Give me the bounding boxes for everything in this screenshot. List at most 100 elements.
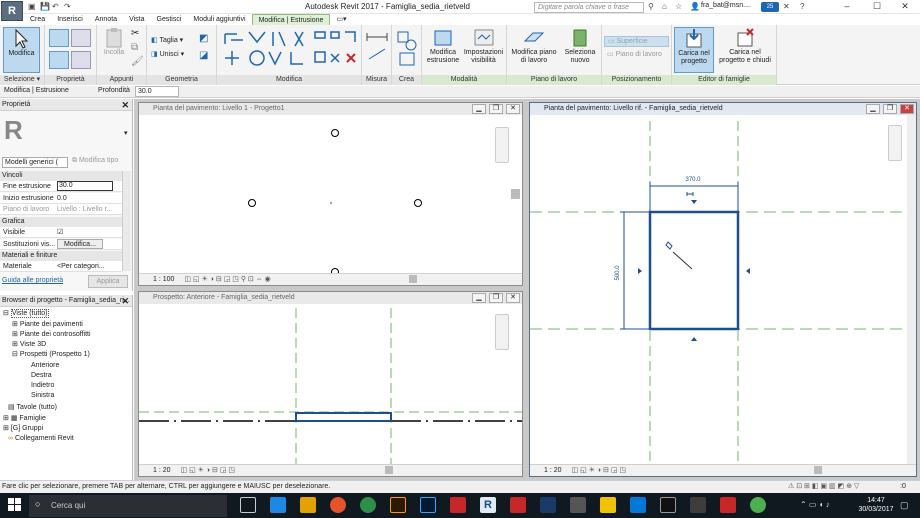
tree-item-prospetti[interactable]: ⊟ Prospetti (Prospetto 1) xyxy=(12,350,90,360)
favorites-star-icon[interactable]: ☆ xyxy=(675,2,682,11)
visibile-checkbox[interactable]: ☑ xyxy=(57,227,63,238)
tree-item-sinistra[interactable]: Sinistra xyxy=(31,391,54,401)
measure-icon[interactable] xyxy=(365,29,389,69)
view-scale[interactable]: 1 : 100 xyxy=(153,276,174,283)
panel-label-selezione[interactable]: Selezione ▾ xyxy=(0,75,44,85)
application-menu-button[interactable]: R xyxy=(1,1,23,21)
vertical-scrollbar[interactable] xyxy=(511,189,520,199)
depth-input[interactable]: 30.0 xyxy=(135,86,179,97)
chevron-down-icon[interactable]: ▾ xyxy=(124,129,128,137)
view-elevation-anteriore[interactable]: Prospetto: Anteriore - Famiglia_sedia_ri… xyxy=(138,291,523,477)
grip-right[interactable] xyxy=(746,268,750,274)
windows-start-icon[interactable] xyxy=(8,498,22,512)
notes-icon[interactable] xyxy=(600,497,616,513)
tree-item-destra[interactable]: Destra xyxy=(31,371,52,381)
autocad-icon[interactable] xyxy=(510,497,526,513)
sostituzioni-button[interactable]: Modifica... xyxy=(57,239,103,249)
close-icon[interactable]: ✕ xyxy=(121,99,129,111)
tree-item-collegamenti[interactable]: ∞ Collegamenti Revit xyxy=(8,434,74,444)
ribbon-tab[interactable]: Annota xyxy=(89,14,123,25)
view-control-icons[interactable]: ◫ ◱ ☀ ◑ ⊟ ◲ ◳ xyxy=(572,467,627,474)
elevation-marker-north[interactable] xyxy=(331,129,339,137)
ribbon-tab[interactable]: Crea xyxy=(24,14,51,25)
user-icon[interactable]: 👤 xyxy=(690,2,700,11)
revit-taskbar-icon[interactable]: R xyxy=(480,497,496,513)
ribbon-tab[interactable]: Modifica | Estrusione xyxy=(251,14,331,25)
carica-e-chiudi-button[interactable]: Carica nel progetto e chiudi xyxy=(716,27,774,65)
row-sostituzioni[interactable]: Sostituzioni vis... Modifica... xyxy=(0,239,122,250)
quick-access-redo-icon[interactable]: ↷ xyxy=(64,2,71,11)
restore-view-button[interactable]: ❐ xyxy=(489,104,503,114)
close-view-button[interactable]: ✕ xyxy=(900,104,914,114)
seleziona-nuovo-button[interactable]: Seleziona nuovo xyxy=(561,27,599,65)
app-icon-3[interactable] xyxy=(660,497,676,513)
ribbon-tab[interactable]: Gestisci xyxy=(151,14,188,25)
horizontal-scrollbar[interactable] xyxy=(409,275,417,283)
tree-item-viste[interactable]: ⊟ Viste (tutto) xyxy=(3,309,49,319)
tree-item-tavole[interactable]: ▤ Tavole (tutto) xyxy=(8,403,57,413)
vertical-scrollbar[interactable] xyxy=(907,115,916,465)
incolla-button[interactable]: Incolla xyxy=(100,27,128,57)
tree-item-piante[interactable]: ⊞ Piante dei pavimenti xyxy=(12,320,83,330)
copy-icon[interactable]: ⧉ xyxy=(131,42,145,54)
cut-icon[interactable]: ✂ xyxy=(131,28,145,40)
minimize-view-button[interactable]: ▁ xyxy=(472,104,486,114)
notifications-icon[interactable]: ▢ xyxy=(900,500,909,511)
navigation-bar[interactable] xyxy=(888,125,902,161)
exchange-apps-icon[interactable]: ✕ xyxy=(783,2,790,11)
app-icon-4[interactable] xyxy=(690,497,706,513)
section-vincoli[interactable]: Vincoli xyxy=(0,171,122,181)
minimize-view-button[interactable]: ▁ xyxy=(472,293,486,303)
collapse-icon[interactable]: ⊟ xyxy=(3,310,9,317)
impostazioni-visibilita-button[interactable]: Impostazioni visibilità xyxy=(462,27,505,65)
firefox-icon[interactable] xyxy=(330,497,346,513)
expand-icon[interactable]: ⊞ xyxy=(3,415,9,422)
dimension-width-text[interactable]: 370.0 xyxy=(685,177,701,183)
elevation-canvas[interactable] xyxy=(139,304,522,464)
collapse-icon[interactable]: ⊟ xyxy=(12,351,18,358)
view-control-icons[interactable]: ◫ ◱ ☀ ◑ ⊟ ◲ ◳ ⚲ ⊡ ⇔ ◉ xyxy=(184,276,270,283)
restore-view-button[interactable]: ❐ xyxy=(489,293,503,303)
minimize-view-button[interactable]: ▁ xyxy=(866,104,880,114)
type-properties-icon[interactable] xyxy=(71,29,91,47)
modifica-piano-button[interactable]: Modifica piano di lavoro xyxy=(509,27,559,65)
close-view-button[interactable]: ✕ xyxy=(506,104,520,114)
extrusion-elevation[interactable] xyxy=(295,412,392,422)
navigation-bar[interactable] xyxy=(495,127,509,163)
properties-icon[interactable] xyxy=(49,29,69,47)
paint-icon[interactable]: ◪ xyxy=(199,50,213,62)
explorer-icon[interactable] xyxy=(300,497,316,513)
properties-scrollbar[interactable] xyxy=(122,171,131,271)
store-icon[interactable] xyxy=(630,497,646,513)
close-icon[interactable]: ✕ xyxy=(121,295,129,307)
illustrator-icon[interactable] xyxy=(390,497,406,513)
elevation-marker-east[interactable] xyxy=(414,199,422,207)
binoculars-icon[interactable]: ⚲ xyxy=(648,2,654,11)
tree-item-gruppi[interactable]: ⊞ [G] Gruppi xyxy=(3,424,43,434)
keyword-search-input[interactable]: Digitare parola chiave o frase xyxy=(534,2,644,13)
quick-access-undo-icon[interactable]: ↶ xyxy=(52,2,59,11)
edit-type-button[interactable]: ⧉ Modifica tipo xyxy=(72,157,118,165)
ribbon-tab[interactable]: Moduli aggiuntivi xyxy=(187,14,251,25)
app-icon-5[interactable] xyxy=(720,497,736,513)
grip-left[interactable] xyxy=(638,268,642,274)
family-category-icon[interactable] xyxy=(71,51,91,69)
notification-badge[interactable]: 25 xyxy=(761,2,779,12)
horizontal-scrollbar[interactable] xyxy=(385,466,393,474)
carica-nel-progetto-button[interactable]: Carica nel progetto xyxy=(674,27,714,73)
view-scale[interactable]: 1 : 20 xyxy=(153,467,171,474)
app-icon-1[interactable] xyxy=(450,497,466,513)
row-materiale[interactable]: Materiale <Per categori... xyxy=(0,261,122,272)
ribbon-tab[interactable]: Inserisci xyxy=(51,14,89,25)
user-name[interactable]: fra_bat@msn.... xyxy=(701,2,751,9)
modify-tools-icons[interactable] xyxy=(221,28,359,72)
minimize-button[interactable]: – xyxy=(832,0,862,14)
section-materiali[interactable]: Materiali e finiture xyxy=(0,251,122,261)
view-scale[interactable]: 1 : 20 xyxy=(544,467,562,474)
section-grafica[interactable]: Grafica xyxy=(0,217,122,227)
ribbon-tab[interactable]: Vista xyxy=(123,14,150,25)
taglia-button[interactable]: ◧ Taglia ▾ xyxy=(151,36,183,44)
row-value[interactable]: <Per categori... xyxy=(57,261,105,272)
app-icon-6[interactable] xyxy=(750,497,766,513)
expand-icon[interactable]: ⊞ xyxy=(12,341,18,348)
